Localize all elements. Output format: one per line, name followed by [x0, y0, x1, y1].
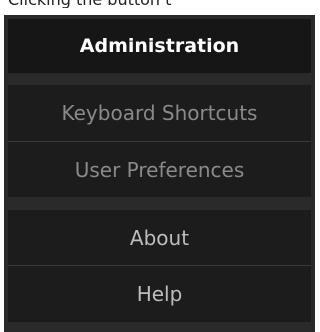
menu-header-administration[interactable]: Administration	[8, 19, 311, 73]
menu-item-help[interactable]: Help	[8, 266, 311, 322]
menu-item-keyboard-shortcuts[interactable]: Keyboard Shortcuts	[8, 85, 311, 141]
instruction-caption: Clicking the button t	[0, 0, 319, 8]
settings-menu: Administration Keyboard Shortcuts User P…	[4, 15, 315, 332]
menu-item-user-preferences[interactable]: User Preferences	[8, 142, 311, 197]
menu-item-about[interactable]: About	[8, 210, 311, 265]
